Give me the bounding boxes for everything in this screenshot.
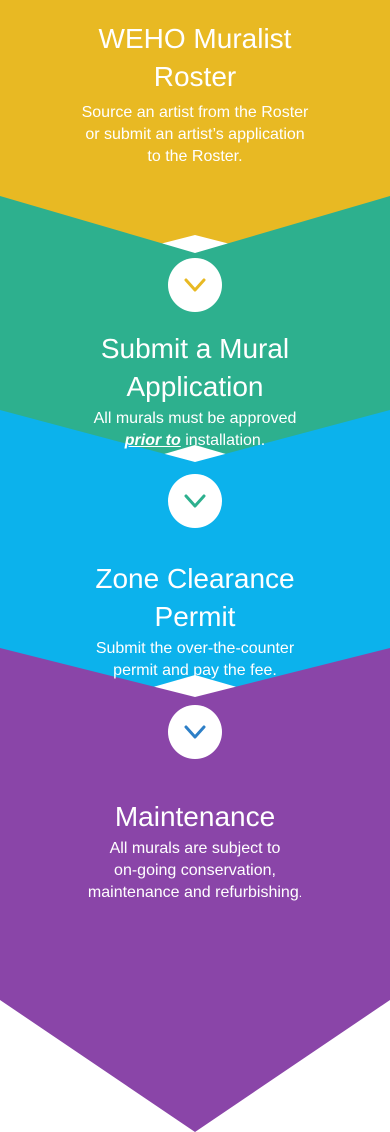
step-2-desc-rest: installation. — [180, 432, 266, 449]
chevron-down-icon — [184, 494, 206, 508]
step-2-desc-line-1: All murals must be approved — [93, 410, 297, 427]
step-1-desc-line-1: Source an artist from the Roster — [81, 104, 309, 121]
chevron-circle-2 — [168, 474, 222, 528]
step-3-title-line-2: Permit — [154, 601, 236, 632]
chevron-circle-1 — [168, 258, 222, 312]
step-3-desc-line-2: permit and pay the fee. — [113, 662, 277, 679]
step-2-title-line-1: Submit a Mural — [100, 333, 290, 364]
chevron-down-icon — [184, 278, 206, 292]
step-2-title-line-2: Application — [126, 371, 264, 402]
step-2: Submit a Mural Application All murals mu… — [0, 330, 390, 452]
step-1-title-line-1: WEHO Muralist — [98, 23, 292, 54]
step-1-desc-line-3: to the Roster. — [147, 148, 243, 165]
step-4-desc-line-2: on-going conservation, — [114, 862, 276, 879]
step-3-desc-line-1: Submit the over-the-counter — [95, 640, 295, 657]
step-1-desc-line-2: or submit an artist’s application — [85, 126, 305, 143]
step-4-desc-trail: . — [298, 886, 303, 900]
step-1-title-line-2: Roster — [153, 61, 237, 92]
step-4-desc-line-3: maintenance and refurbishing. — [0, 882, 390, 904]
step-3: Zone Clearance Permit Submit the over-th… — [0, 560, 390, 682]
process-flowchart: WEHO Muralist Roster Source an artist fr… — [0, 0, 390, 1132]
step-4-title: Maintenance — [114, 801, 276, 832]
step-4: Maintenance All murals are subject to on… — [0, 798, 390, 904]
chevron-down-icon — [184, 725, 206, 739]
step-4-desc-line-3-text: maintenance and refurbishing — [87, 884, 299, 901]
step-1: WEHO Muralist Roster Source an artist fr… — [0, 20, 390, 168]
step-2-desc-line-2: prior to installation. — [0, 430, 390, 452]
chevron-circle-3 — [168, 705, 222, 759]
step-4-desc-line-1: All murals are subject to — [109, 840, 281, 857]
step-3-title-line-1: Zone Clearance — [95, 563, 295, 594]
step-2-desc-emphasis: prior to — [124, 432, 181, 449]
